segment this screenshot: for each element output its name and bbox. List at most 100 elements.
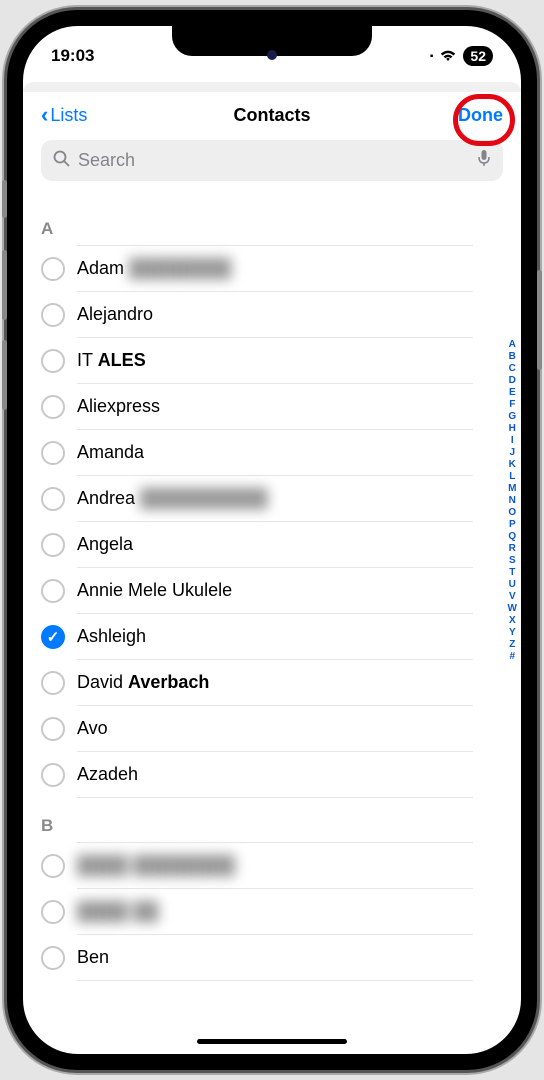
contact-name: Alejandro — [77, 304, 153, 325]
index-letter[interactable]: X — [509, 615, 516, 626]
contact-row[interactable]: Adam ████████ — [77, 245, 473, 292]
phone-frame: 19:03 ▪ 52 ‹ Lists Contacts Done — [7, 10, 537, 1070]
contact-row[interactable]: Alejandro — [77, 292, 473, 338]
contact-row[interactable]: Azadeh — [77, 752, 473, 798]
sheet-handle — [23, 82, 521, 92]
contact-checkbox[interactable] — [41, 487, 65, 511]
camera-dot — [267, 50, 277, 60]
index-letter[interactable]: C — [509, 363, 516, 374]
contact-name: Angela — [77, 534, 133, 555]
index-letter[interactable]: I — [511, 435, 514, 446]
contact-row[interactable]: Avo — [77, 706, 473, 752]
contact-name: Azadeh — [77, 764, 138, 785]
index-letter[interactable]: G — [508, 411, 516, 422]
index-bar[interactable]: ABCDEFGHIJKLMNOPQRSTUVWXYZ# — [508, 339, 517, 662]
contact-name: Andrea ██████████ — [77, 488, 268, 509]
index-letter[interactable]: E — [509, 387, 516, 398]
back-button[interactable]: ‹ Lists — [41, 102, 87, 128]
search-icon — [53, 150, 70, 172]
contact-row[interactable]: Amanda — [77, 430, 473, 476]
index-letter[interactable]: V — [509, 591, 516, 602]
mic-icon[interactable] — [477, 149, 491, 172]
index-letter[interactable]: O — [508, 507, 516, 518]
index-letter[interactable]: M — [508, 483, 516, 494]
contact-name: Annie Mele Ukulele — [77, 580, 232, 601]
search-input[interactable] — [78, 150, 469, 171]
index-letter[interactable]: S — [509, 555, 516, 566]
contact-row[interactable]: IT ALES — [77, 338, 473, 384]
contact-row[interactable]: Ben — [77, 935, 473, 981]
index-letter[interactable]: Z — [509, 639, 515, 650]
contact-row[interactable]: Angela — [77, 522, 473, 568]
contact-checkbox[interactable] — [41, 579, 65, 603]
volume-down-button — [2, 340, 7, 410]
index-letter[interactable]: F — [509, 399, 515, 410]
index-letter[interactable]: B — [509, 351, 516, 362]
phone-screen: 19:03 ▪ 52 ‹ Lists Contacts Done — [23, 26, 521, 1054]
contact-name: Adam ████████ — [77, 258, 231, 279]
index-letter[interactable]: W — [508, 603, 517, 614]
contact-checkbox[interactable] — [41, 257, 65, 281]
index-letter[interactable]: P — [509, 519, 516, 530]
contact-row[interactable]: David Averbach — [77, 660, 473, 706]
index-letter[interactable]: Q — [508, 531, 516, 542]
contacts-list: AAdam ████████AlejandroIT ALESAliexpress… — [23, 189, 521, 981]
contact-checkbox[interactable] — [41, 717, 65, 741]
contact-checkbox[interactable] — [41, 395, 65, 419]
nav-bar: ‹ Lists Contacts Done — [23, 92, 521, 140]
contact-name: Aliexpress — [77, 396, 160, 417]
search-bar[interactable] — [41, 140, 503, 181]
contact-row[interactable]: ████ ██ — [77, 889, 473, 935]
contact-row[interactable]: Andrea ██████████ — [77, 476, 473, 522]
battery-badge: 52 — [463, 46, 493, 66]
contact-row[interactable]: ████ ████████ — [77, 842, 473, 889]
index-letter[interactable]: U — [509, 579, 516, 590]
wifi-icon — [439, 49, 457, 63]
contact-checkbox[interactable] — [41, 946, 65, 970]
index-letter[interactable]: Y — [509, 627, 516, 638]
contact-name: IT ALES — [77, 350, 146, 371]
index-letter[interactable]: N — [509, 495, 516, 506]
status-right: ▪ 52 — [430, 46, 493, 66]
contact-name: ████ ████████ — [77, 855, 235, 876]
index-letter[interactable]: K — [509, 459, 516, 470]
done-button[interactable]: Done — [458, 105, 503, 126]
contact-row[interactable]: Annie Mele Ukulele — [77, 568, 473, 614]
contact-name: Ben — [77, 947, 109, 968]
index-letter[interactable]: R — [509, 543, 516, 554]
contact-name: Avo — [77, 718, 108, 739]
power-button — [537, 270, 542, 370]
status-time: 19:03 — [51, 46, 94, 66]
index-letter[interactable]: T — [509, 567, 515, 578]
index-letter[interactable]: L — [509, 471, 515, 482]
index-letter[interactable]: A — [509, 339, 516, 350]
index-letter[interactable]: # — [509, 651, 515, 662]
contact-checkbox[interactable] — [41, 763, 65, 787]
index-letter[interactable]: D — [509, 375, 516, 386]
silent-switch — [2, 180, 7, 218]
contact-name: Amanda — [77, 442, 144, 463]
contact-name: ████ ██ — [77, 901, 159, 922]
contact-checkbox[interactable] — [41, 441, 65, 465]
section-header: B — [41, 798, 521, 842]
contact-row[interactable]: Aliexpress — [77, 384, 473, 430]
home-indicator[interactable] — [197, 1039, 347, 1044]
contact-checkbox[interactable] — [41, 900, 65, 924]
volume-up-button — [2, 250, 7, 320]
index-letter[interactable]: H — [509, 423, 516, 434]
contact-checkbox[interactable] — [41, 303, 65, 327]
chevron-left-icon: ‹ — [41, 102, 48, 128]
contact-checkbox[interactable] — [41, 671, 65, 695]
contact-name: Ashleigh — [77, 626, 146, 647]
contact-checkbox[interactable] — [41, 533, 65, 557]
page-title: Contacts — [233, 105, 310, 126]
index-letter[interactable]: J — [509, 447, 515, 458]
list-container[interactable]: AAdam ████████AlejandroIT ALESAliexpress… — [23, 189, 521, 1045]
section-header: A — [41, 201, 521, 245]
back-label: Lists — [50, 105, 87, 126]
contact-checkbox[interactable] — [41, 854, 65, 878]
contact-row[interactable]: Ashleigh — [77, 614, 473, 660]
contact-checkbox[interactable] — [41, 625, 65, 649]
contact-checkbox[interactable] — [41, 349, 65, 373]
contact-name: David Averbach — [77, 672, 209, 693]
